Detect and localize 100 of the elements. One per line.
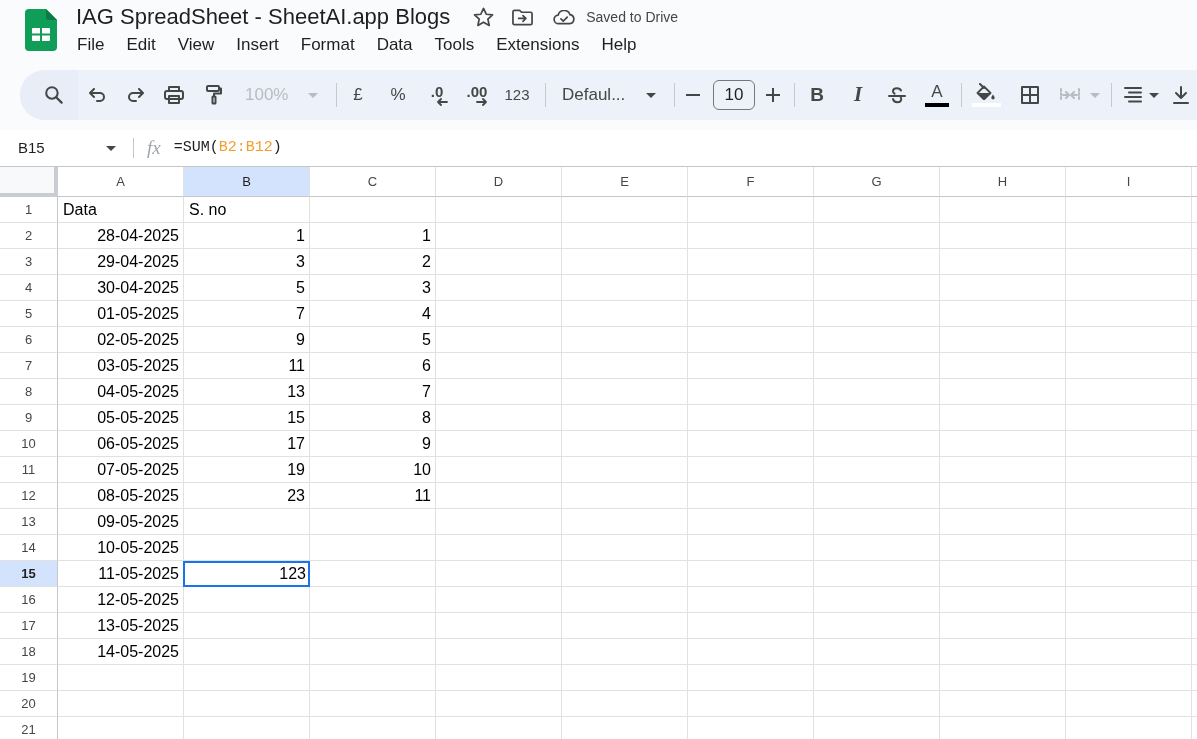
- column-header[interactable]: B: [184, 167, 310, 197]
- column-header[interactable]: F: [688, 167, 814, 197]
- row-header[interactable]: 20: [0, 691, 58, 717]
- table-cell-text: 23: [286, 486, 306, 506]
- row-header[interactable]: 7: [0, 353, 58, 379]
- row-header[interactable]: 14: [0, 535, 58, 561]
- paint-bucket-icon: [976, 83, 996, 100]
- save-status: Saved to Drive: [586, 7, 679, 27]
- menu-item[interactable]: Format: [300, 34, 355, 55]
- menu-item[interactable]: Extensions: [496, 34, 580, 55]
- menu-item[interactable]: Edit: [126, 34, 156, 55]
- table-cell-text: 11: [413, 486, 432, 506]
- table-cell-text: 19: [286, 460, 306, 480]
- text-color-button[interactable]: A: [917, 77, 957, 113]
- caret-icon: [308, 92, 318, 98]
- row-header[interactable]: 12: [0, 483, 58, 509]
- table-cell-text: 9: [295, 330, 306, 350]
- table-cell-text: 03-05-2025: [96, 356, 180, 376]
- document-title[interactable]: IAG SpreadSheet - SheetAI.app Blogs: [76, 3, 451, 31]
- name-box-field[interactable]: B15: [0, 133, 124, 163]
- menu-item[interactable]: View: [177, 34, 215, 55]
- minus-icon: [686, 94, 700, 96]
- table-cell-text: 10: [412, 460, 432, 480]
- increase-decimal-button[interactable]: .00: [457, 77, 497, 113]
- star-icon[interactable]: [473, 7, 495, 27]
- table-cell-text: 2: [421, 252, 432, 272]
- row-header[interactable]: 17: [0, 613, 58, 639]
- table-cell-text: 1: [421, 226, 432, 246]
- percent-button[interactable]: %: [379, 77, 417, 113]
- search-icon: [45, 86, 63, 104]
- italic-button[interactable]: I: [839, 77, 877, 113]
- merge-icon: [1060, 88, 1080, 102]
- column-header[interactable]: H: [940, 167, 1066, 197]
- table-cell-text: 5: [421, 330, 432, 350]
- table-cell-text: 12-05-2025: [96, 590, 180, 610]
- row-header[interactable]: 8: [0, 379, 58, 405]
- column-header[interactable]: C: [310, 167, 436, 197]
- font-dropdown[interactable]: Defaul...: [546, 77, 664, 113]
- table-cell-text: 06-05-2025: [96, 434, 180, 454]
- spreadsheet-logo-icon[interactable]: [25, 9, 57, 51]
- row-header[interactable]: 19: [0, 665, 58, 691]
- table-cell-text: 4: [421, 304, 432, 324]
- table-cell-text: 11: [287, 356, 306, 376]
- font-size-field[interactable]: 10: [713, 80, 755, 110]
- row-header[interactable]: 11: [0, 457, 58, 483]
- table-cell-text: 3: [295, 252, 306, 272]
- table-cell-text: 15: [286, 408, 306, 428]
- table-cell-text: 5: [295, 278, 306, 298]
- row-header[interactable]: 3: [0, 249, 58, 275]
- arrow-left-icon: [436, 98, 448, 106]
- row-header[interactable]: 15: [0, 561, 58, 587]
- currency-button[interactable]: £: [337, 77, 379, 113]
- search-button[interactable]: [20, 70, 78, 120]
- menu-item[interactable]: Insert: [236, 34, 279, 55]
- table-cell-text: S. no: [188, 200, 228, 220]
- column-header[interactable]: G: [814, 167, 940, 197]
- column-header[interactable]: D: [436, 167, 562, 197]
- column-header[interactable]: A: [58, 167, 184, 197]
- menu-item[interactable]: Help: [601, 34, 637, 55]
- row-header[interactable]: 9: [0, 405, 58, 431]
- row-header[interactable]: 13: [0, 509, 58, 535]
- row-header[interactable]: 6: [0, 327, 58, 353]
- table-cell-text: 9: [421, 434, 432, 454]
- table-cell-text: 09-05-2025: [96, 512, 180, 532]
- table-cell-text: 04-05-2025: [96, 382, 180, 402]
- caret-icon: [646, 92, 656, 98]
- bold-button[interactable]: B: [795, 77, 839, 113]
- row-header[interactable]: 2: [0, 223, 58, 249]
- row-header[interactable]: 10: [0, 431, 58, 457]
- column-header[interactable]: I: [1066, 167, 1192, 197]
- cloud-check-icon[interactable]: [553, 9, 576, 25]
- row-header[interactable]: 18: [0, 639, 58, 665]
- table-cell-text: 7: [421, 382, 432, 402]
- row-header[interactable]: 1: [0, 197, 58, 223]
- function-label: fx: [147, 137, 161, 159]
- selected-cell[interactable]: 123: [183, 561, 310, 587]
- plus-icon: [766, 88, 780, 102]
- table-cell-text: 08-05-2025: [96, 486, 180, 506]
- row-header[interactable]: 4: [0, 275, 58, 301]
- table-cell-text: 07-05-2025: [96, 460, 180, 480]
- table-cell-text: 01-05-2025: [96, 304, 180, 324]
- folder-arrow-icon[interactable]: [512, 8, 534, 26]
- column-header[interactable]: E: [562, 167, 688, 197]
- row-header[interactable]: 5: [0, 301, 58, 327]
- caret-icon: [106, 145, 116, 151]
- table-cell-text: 30-04-2025: [96, 278, 180, 298]
- table-cell-text: 1: [295, 226, 306, 246]
- formula-input[interactable]: =SUM(B2:B12): [173, 133, 1197, 163]
- menu-item[interactable]: File: [77, 34, 105, 55]
- row-header[interactable]: 16: [0, 587, 58, 613]
- decrease-decimal-button[interactable]: .0: [417, 77, 457, 113]
- table-cell-text: 6: [421, 356, 432, 376]
- table-cell-text: 10-05-2025: [96, 538, 180, 558]
- redo-icon: [126, 88, 144, 102]
- menu-item[interactable]: Data: [376, 34, 413, 55]
- printer-icon: [164, 86, 184, 104]
- table-cell-text: 13: [286, 382, 306, 402]
- menu-item[interactable]: Tools: [434, 34, 475, 55]
- table-cell-text: 28-04-2025: [96, 226, 180, 246]
- number-format-button[interactable]: 123: [497, 77, 537, 113]
